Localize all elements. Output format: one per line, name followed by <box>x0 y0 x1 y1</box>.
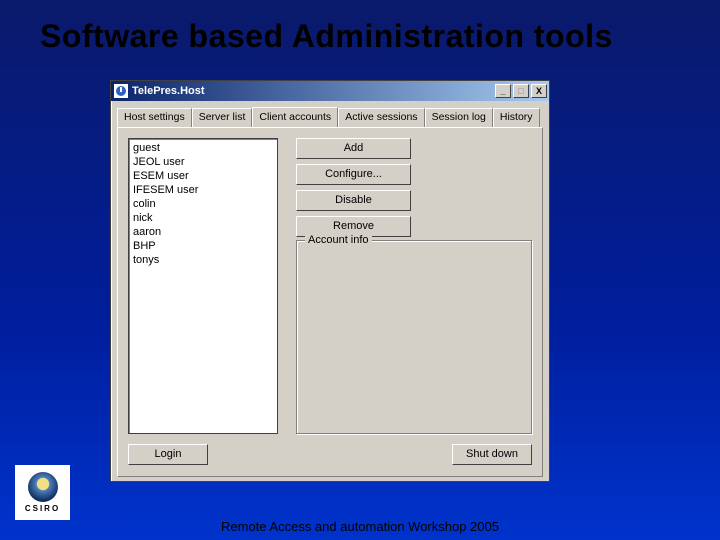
list-item[interactable]: tonys <box>133 253 273 267</box>
tab-history[interactable]: History <box>493 108 540 128</box>
list-item[interactable]: guest <box>133 141 273 155</box>
list-item[interactable]: IFESEM user <box>133 183 273 197</box>
csiro-logo: CSIRO <box>15 465 70 520</box>
logo-text: CSIRO <box>25 504 60 513</box>
list-item[interactable]: aaron <box>133 225 273 239</box>
list-item[interactable]: ESEM user <box>133 169 273 183</box>
tab-client-accounts[interactable]: Client accounts <box>252 107 338 127</box>
group-label: Account info <box>305 234 372 246</box>
tabstrip: Host settings Server list Client account… <box>111 101 549 127</box>
tab-panel: guest JEOL user ESEM user IFESEM user co… <box>117 127 543 477</box>
list-item[interactable]: nick <box>133 211 273 225</box>
app-window: TelePres.Host _ □ X Host settings Server… <box>110 80 550 482</box>
minimize-button[interactable]: _ <box>495 84 511 98</box>
account-info-group: Account info <box>296 240 532 434</box>
configure-button[interactable]: Configure... <box>296 164 411 185</box>
list-item[interactable]: JEOL user <box>133 155 273 169</box>
slide-footer: Remote Access and automation Workshop 20… <box>0 519 720 534</box>
window-title: TelePres.Host <box>132 85 205 97</box>
app-icon <box>114 84 128 98</box>
add-button[interactable]: Add <box>296 138 411 159</box>
tab-active-sessions[interactable]: Active sessions <box>338 108 424 128</box>
tab-host-settings[interactable]: Host settings <box>117 108 192 128</box>
accounts-listbox[interactable]: guest JEOL user ESEM user IFESEM user co… <box>128 138 278 434</box>
maximize-button: □ <box>513 84 529 98</box>
tab-session-log[interactable]: Session log <box>425 108 493 128</box>
list-item[interactable]: colin <box>133 197 273 211</box>
list-item[interactable]: BHP <box>133 239 273 253</box>
shutdown-button[interactable]: Shut down <box>452 444 532 465</box>
login-button[interactable]: Login <box>128 444 208 465</box>
titlebar[interactable]: TelePres.Host _ □ X <box>111 81 549 101</box>
tab-server-list[interactable]: Server list <box>192 108 253 128</box>
slide-title: Software based Administration tools <box>0 0 720 59</box>
disable-button[interactable]: Disable <box>296 190 411 211</box>
close-button[interactable]: X <box>531 84 547 98</box>
logo-globe-icon <box>28 472 58 502</box>
